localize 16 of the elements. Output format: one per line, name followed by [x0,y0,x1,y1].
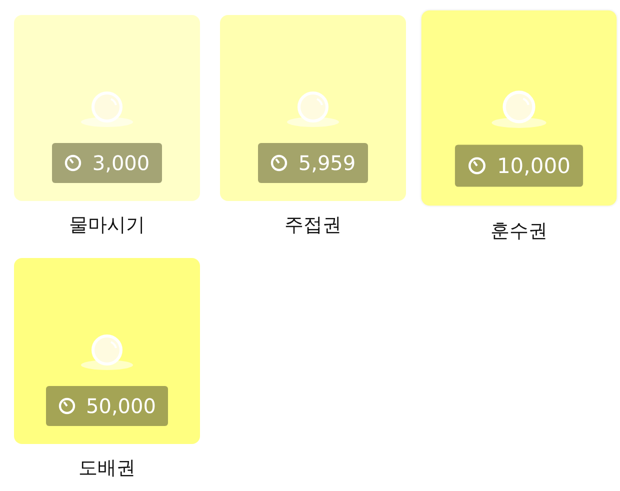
price-button[interactable]: 3,000 [52,143,162,183]
item-card[interactable]: 50,000 [14,258,200,444]
item-card[interactable]: 5,959 [220,15,406,201]
clock-icon [468,156,486,176]
item-name: 도배권 [78,456,136,480]
price-button[interactable]: 10,000 [454,144,584,187]
item-card[interactable]: 10,000 [421,10,617,206]
price-button[interactable]: 50,000 [46,386,168,426]
item-name: 주접권 [284,213,342,238]
clock-icon [64,154,82,172]
item-card[interactable]: 3,000 [14,15,200,201]
clock-icon [58,396,76,414]
item-name: 물마시기 [69,213,145,238]
price-button[interactable]: 5,959 [258,143,368,183]
clock-icon [270,154,288,172]
item-name: 훈수권 [490,219,548,244]
